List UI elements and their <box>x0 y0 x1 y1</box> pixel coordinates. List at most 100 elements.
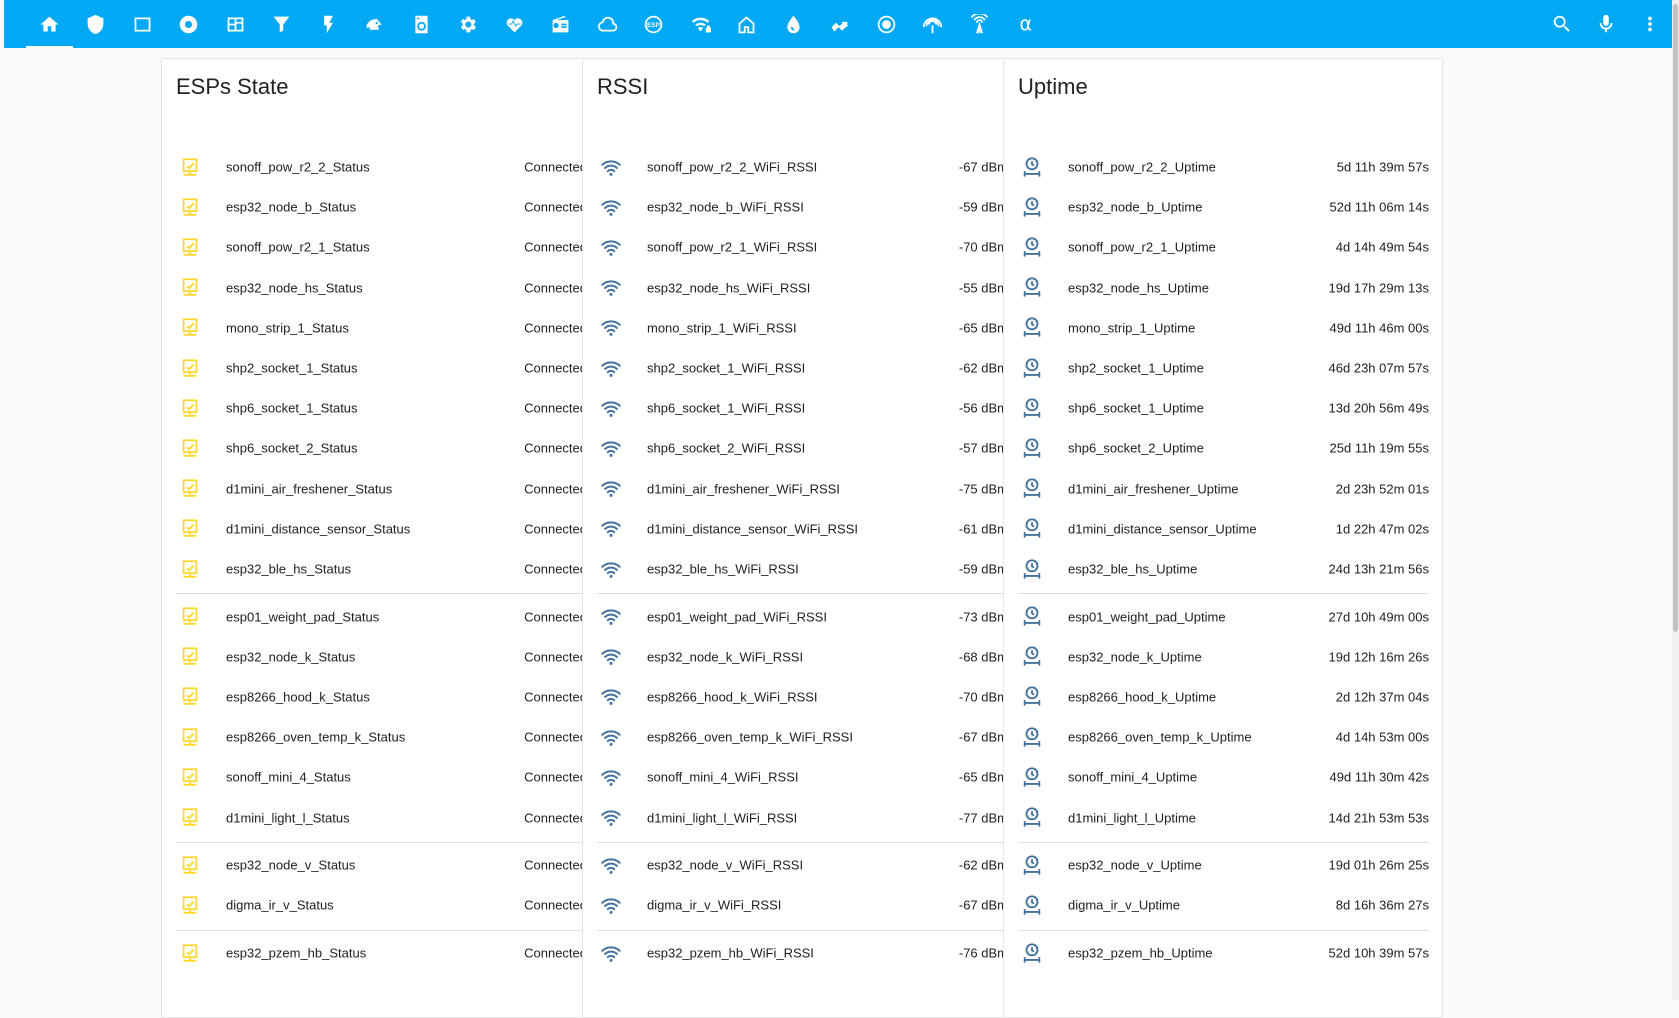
tab-tune[interactable] <box>817 0 864 48</box>
entity-row[interactable]: shp6_socket_1_Status Connected <box>176 387 587 430</box>
entity-row[interactable]: esp8266_hood_k_WiFi_RSSI -70 dBm <box>597 675 1008 718</box>
entity-row[interactable]: esp01_weight_pad_Status Connected <box>176 595 587 638</box>
entity-row[interactable]: d1mini_air_freshener_WiFi_RSSI -75 dBm <box>597 467 1008 510</box>
entity-row[interactable]: shp2_socket_1_WiFi_RSSI -62 dBm <box>597 347 1008 390</box>
tab-view-dashboard[interactable] <box>212 0 259 48</box>
entity-name: digma_ir_v_Uptime <box>1068 897 1180 913</box>
tab-water-drop[interactable] <box>770 0 817 48</box>
view-dashboard-icon <box>225 14 246 35</box>
entity-row[interactable]: esp32_node_b_Status Connected <box>176 186 587 229</box>
entity-row[interactable]: sonoff_pow_r2_2_Status Connected <box>176 146 587 189</box>
entity-row[interactable]: esp32_node_hs_WiFi_RSSI -55 dBm <box>597 266 1008 309</box>
voice-assistant-button[interactable] <box>1584 0 1628 48</box>
tab-square-outline[interactable] <box>119 0 166 48</box>
entity-name: esp32_node_v_Uptime <box>1068 857 1202 873</box>
entity-row[interactable]: esp32_node_hs_Status Connected <box>176 266 587 309</box>
entity-row[interactable]: sonoff_mini_4_WiFi_RSSI -65 dBm <box>597 756 1008 799</box>
entity-row[interactable]: shp6_socket_2_WiFi_RSSI -57 dBm <box>597 427 1008 470</box>
entity-state: 52d 11h 06m 14s <box>1329 199 1430 215</box>
entity-row[interactable]: esp32_node_v_Status Connected <box>176 844 587 887</box>
tab-alpha[interactable]: α <box>1003 0 1050 48</box>
entity-name: shp6_socket_1_Status <box>226 400 358 416</box>
entity-row[interactable]: esp8266_oven_temp_k_Status Connected <box>176 716 587 759</box>
tab-wifi-lock[interactable] <box>677 0 724 48</box>
entity-row[interactable]: sonoff_mini_4_Status Connected <box>176 756 587 799</box>
entity-row[interactable]: esp32_node_v_Uptime 19d 01h 26m 25s <box>1018 844 1429 887</box>
tab-shield[interactable] <box>73 0 120 48</box>
entity-row[interactable]: esp32_node_k_Status Connected <box>176 635 587 678</box>
entity-row[interactable]: esp32_ble_hs_WiFi_RSSI -59 dBm <box>597 548 1008 591</box>
entity-row[interactable]: d1mini_distance_sensor_Uptime 1d 22h 47m … <box>1018 507 1429 550</box>
entity-name: shp6_socket_2_Uptime <box>1068 440 1204 456</box>
entity-row[interactable]: esp32_pzem_hb_Status Connected <box>176 932 587 975</box>
entity-row[interactable]: mono_strip_1_WiFi_RSSI -65 dBm <box>597 306 1008 349</box>
entity-row[interactable]: shp6_socket_1_Uptime 13d 20h 56m 49s <box>1018 387 1429 430</box>
entity-row[interactable]: d1mini_light_l_Status Connected <box>176 796 587 839</box>
entity-row[interactable]: esp32_pzem_hb_WiFi_RSSI -76 dBm <box>597 932 1008 975</box>
entity-row[interactable]: sonoff_pow_r2_2_Uptime 5d 11h 39m 57s <box>1018 146 1429 189</box>
entity-row[interactable]: esp32_ble_hs_Status Connected <box>176 548 587 591</box>
tab-home-outline[interactable] <box>724 0 771 48</box>
entity-row[interactable]: shp6_socket_2_Uptime 25d 11h 19m 55s <box>1018 427 1429 470</box>
tab-cloud[interactable] <box>584 0 631 48</box>
entity-state: Connected <box>524 320 587 336</box>
entity-row[interactable]: shp2_socket_1_Uptime 46d 23h 07m 57s <box>1018 347 1429 390</box>
entity-row[interactable]: shp2_socket_1_Status Connected <box>176 347 587 390</box>
overflow-menu-button[interactable] <box>1628 0 1672 48</box>
entity-row[interactable]: esp32_node_v_WiFi_RSSI -62 dBm <box>597 844 1008 887</box>
entity-row[interactable]: esp32_ble_hs_Uptime 24d 13h 21m 56s <box>1018 548 1429 591</box>
wifi-icon <box>597 435 647 461</box>
tab-heart-pulse[interactable] <box>491 0 538 48</box>
tab-washing-machine[interactable] <box>398 0 445 48</box>
tab-radio[interactable] <box>538 0 585 48</box>
tab-filter[interactable] <box>259 0 306 48</box>
entity-row[interactable]: d1mini_light_l_Uptime 14d 21h 53m 53s <box>1018 796 1429 839</box>
entity-row[interactable]: d1mini_air_freshener_Status Connected <box>176 467 587 510</box>
entity-row[interactable]: esp8266_oven_temp_k_Uptime 4d 14h 53m 00s <box>1018 716 1429 759</box>
entity-row[interactable]: digma_ir_v_Uptime 8d 16h 36m 27s <box>1018 884 1429 927</box>
entity-row[interactable]: d1mini_distance_sensor_WiFi_RSSI -61 dBm <box>597 507 1008 550</box>
tab-access-point[interactable] <box>910 0 957 48</box>
tab-robot-vacuum[interactable] <box>352 0 399 48</box>
entity-row[interactable]: esp32_node_b_Uptime 52d 11h 06m 14s <box>1018 186 1429 229</box>
entity-row[interactable]: shp6_socket_2_Status Connected <box>176 427 587 470</box>
entity-row[interactable]: shp6_socket_1_WiFi_RSSI -56 dBm <box>597 387 1008 430</box>
entity-row[interactable]: esp32_node_hs_Uptime 19d 17h 29m 13s <box>1018 266 1429 309</box>
tab-esp-chip[interactable]: ESP <box>631 0 678 48</box>
entity-row[interactable]: sonoff_pow_r2_1_Uptime 4d 14h 49m 54s <box>1018 226 1429 269</box>
entity-state: -67 dBm <box>958 159 1008 175</box>
entity-row[interactable]: d1mini_distance_sensor_Status Connected <box>176 507 587 550</box>
scrollbar-thumb[interactable] <box>1673 4 1678 632</box>
entity-row[interactable]: esp01_weight_pad_Uptime 27d 10h 49m 00s <box>1018 595 1429 638</box>
tab-antenna[interactable] <box>956 0 1003 48</box>
entity-row[interactable]: esp32_node_k_Uptime 19d 12h 16m 26s <box>1018 635 1429 678</box>
entity-row[interactable]: esp32_node_k_WiFi_RSSI -68 dBm <box>597 635 1008 678</box>
tab-flash[interactable] <box>305 0 352 48</box>
entity-row[interactable]: sonoff_pow_r2_1_WiFi_RSSI -70 dBm <box>597 226 1008 269</box>
entity-state: -77 dBm <box>958 810 1008 825</box>
wifi-icon <box>597 315 647 341</box>
entity-row[interactable]: esp8266_oven_temp_k_WiFi_RSSI -67 dBm <box>597 716 1008 759</box>
entity-row[interactable]: esp32_node_b_WiFi_RSSI -59 dBm <box>597 186 1008 229</box>
entity-row[interactable]: d1mini_air_freshener_Uptime 2d 23h 52m 01… <box>1018 467 1429 510</box>
entity-row[interactable]: d1mini_light_l_WiFi_RSSI -77 dBm <box>597 796 1008 839</box>
entity-state: Connected <box>524 897 587 913</box>
entity-row[interactable]: sonoff_mini_4_Uptime 49d 11h 30m 42s <box>1018 756 1429 799</box>
entity-row[interactable]: esp8266_hood_k_Status Connected <box>176 675 587 718</box>
entity-row[interactable]: mono_strip_1_Uptime 49d 11h 46m 00s <box>1018 306 1429 349</box>
search-button[interactable] <box>1540 0 1584 48</box>
entity-row[interactable]: sonoff_pow_r2_2_WiFi_RSSI -67 dBm <box>597 146 1008 189</box>
entity-state: 4d 14h 49m 54s <box>1335 239 1429 255</box>
tab-gear[interactable] <box>445 0 492 48</box>
entity-row[interactable]: digma_ir_v_WiFi_RSSI -67 dBm <box>597 884 1008 927</box>
tab-radio-button[interactable] <box>863 0 910 48</box>
entity-row[interactable]: mono_strip_1_Status Connected <box>176 306 587 349</box>
entity-row[interactable]: esp01_weight_pad_WiFi_RSSI -73 dBm <box>597 595 1008 638</box>
entity-row[interactable]: sonoff_pow_r2_1_Status Connected <box>176 226 587 269</box>
entity-row[interactable]: esp32_pzem_hb_Uptime 52d 10h 39m 57s <box>1018 932 1429 975</box>
tab-record-circle[interactable] <box>166 0 213 48</box>
entity-row[interactable]: digma_ir_v_Status Connected <box>176 884 587 927</box>
tab-home[interactable] <box>26 0 73 48</box>
entity-row[interactable]: esp8266_hood_k_Uptime 2d 12h 37m 04s <box>1018 675 1429 718</box>
page-scrollbar[interactable] <box>1672 0 1679 1000</box>
